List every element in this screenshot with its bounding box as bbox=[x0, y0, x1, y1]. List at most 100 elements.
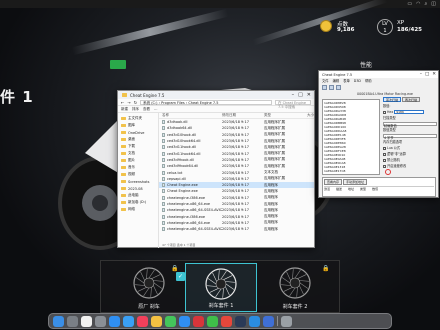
cheat-table-column[interactable]: 描述 bbox=[336, 187, 342, 191]
steam-icon[interactable] bbox=[235, 315, 246, 327]
column-header[interactable]: 大小 bbox=[294, 113, 314, 118]
cheat-table-column[interactable]: 类型 bbox=[360, 187, 366, 191]
address-bar[interactable]: 系统 (C:) › Program Files › Cheat Engine 7… bbox=[140, 99, 272, 105]
folder-icon bbox=[121, 165, 126, 170]
nav-item[interactable]: 文档 bbox=[118, 150, 158, 157]
nav-item[interactable]: 图片 bbox=[118, 157, 158, 164]
file-icon bbox=[162, 170, 165, 175]
save-icon[interactable] bbox=[336, 84, 341, 90]
back-arrow-icon[interactable]: ← bbox=[121, 100, 124, 105]
mail-icon[interactable] bbox=[123, 315, 134, 327]
file-row[interactable]: cheatengine-x86_64-SSE4-AVX2.exe2023/6/1… bbox=[159, 226, 314, 232]
scan-option[interactable]: Lua 公式 bbox=[383, 146, 437, 150]
address-results-list[interactable]: 1AE6A9D8E28 1AE6A9D9508 1AE6A9DA338 1AE6A9D… bbox=[322, 99, 380, 175]
value-type-select[interactable]: 4 字节 bbox=[383, 133, 437, 140]
search-icon[interactable]: ⌕ bbox=[424, 0, 427, 8]
open-process-icon[interactable] bbox=[322, 84, 327, 90]
finder-icon[interactable] bbox=[53, 315, 64, 327]
maximize-button[interactable]: □ bbox=[425, 72, 429, 77]
file-type: 应用程序 bbox=[264, 226, 278, 231]
toolbar-item[interactable]: 查看 bbox=[143, 107, 150, 112]
open-file-icon[interactable] bbox=[329, 84, 334, 90]
scan-option[interactable]: 逻辑"非"运算 bbox=[383, 152, 437, 156]
option-checkbox[interactable] bbox=[383, 164, 386, 168]
minimize-button[interactable]: – bbox=[420, 72, 422, 77]
memory-view-button[interactable]: 查看内存 bbox=[324, 179, 343, 185]
nav-item[interactable]: 音乐 bbox=[118, 164, 158, 171]
upgrade-card[interactable]: 刹车套件 1 ✓ bbox=[176, 263, 257, 312]
nav-item[interactable]: 桌面 bbox=[118, 136, 158, 143]
trash-icon[interactable] bbox=[281, 315, 292, 327]
nav-item[interactable]: 2023-08 bbox=[118, 185, 158, 192]
browser-icon[interactable] bbox=[263, 315, 274, 327]
nav-item[interactable]: 视频 bbox=[118, 171, 158, 178]
nav-item[interactable]: 此电脑 bbox=[118, 192, 158, 199]
nav-item[interactable]: 新加卷 (D:) bbox=[118, 199, 158, 206]
cheat-table-column[interactable]: 地址 bbox=[348, 187, 354, 191]
ce-menu-item[interactable]: D3D bbox=[354, 79, 361, 83]
calendar-icon[interactable] bbox=[81, 315, 92, 327]
nav-item[interactable]: 图库 bbox=[118, 122, 158, 129]
system-settings-icon[interactable] bbox=[95, 315, 106, 327]
column-header[interactable]: 修改日期 bbox=[222, 113, 264, 118]
option-checkbox[interactable] bbox=[383, 152, 386, 156]
control-center-icon[interactable]: ◫ bbox=[431, 0, 436, 8]
option-checkbox[interactable] bbox=[383, 146, 386, 150]
column-header[interactable]: 名称 bbox=[162, 113, 222, 118]
performance-tab[interactable]: 性能 bbox=[360, 60, 372, 69]
close-button[interactable]: ✕ bbox=[307, 92, 311, 98]
scan-type-select[interactable]: 精确数值 bbox=[383, 121, 437, 128]
ce-menu-item[interactable]: 帮助 bbox=[365, 78, 372, 83]
nav-item[interactable]: Screenshots bbox=[118, 178, 158, 185]
minimize-button[interactable]: – bbox=[292, 92, 295, 98]
nav-item[interactable]: 下载 bbox=[118, 143, 158, 150]
launchpad-icon[interactable] bbox=[67, 315, 78, 327]
messages-icon[interactable] bbox=[165, 315, 176, 327]
toolbar-item[interactable]: … bbox=[154, 107, 158, 111]
close-button[interactable]: ✕ bbox=[432, 72, 436, 77]
wifi-icon[interactable]: ◠ bbox=[416, 0, 420, 8]
first-scan-button[interactable]: 首次扫描 bbox=[383, 97, 402, 102]
upgrade-card[interactable]: 刹车套件 2 🔒 bbox=[259, 263, 331, 312]
qq-icon[interactable] bbox=[249, 315, 260, 327]
ce-menu-item[interactable]: 文件 bbox=[322, 78, 329, 83]
lock-icon: 🔒 bbox=[322, 265, 330, 272]
music-icon[interactable] bbox=[137, 315, 148, 327]
ce-titlebar[interactable]: Cheat Engine 7.5 – □ ✕ bbox=[319, 71, 438, 78]
netease-icon[interactable] bbox=[193, 315, 204, 327]
nav-item[interactable]: 网络 bbox=[118, 206, 158, 213]
hex-checkbox[interactable] bbox=[383, 110, 386, 114]
safari-icon[interactable] bbox=[179, 315, 190, 327]
scan-option[interactable]: 开启速度修改 bbox=[383, 164, 437, 168]
photos-icon[interactable] bbox=[151, 315, 162, 327]
nav-item[interactable]: 主文件夹 bbox=[118, 115, 158, 122]
maximize-button[interactable]: □ bbox=[298, 92, 303, 98]
column-header[interactable]: 类型 bbox=[264, 113, 294, 118]
nav-item[interactable]: OneDrive bbox=[118, 129, 158, 136]
toolbar-item[interactable]: 新建 bbox=[121, 107, 128, 112]
wechat-icon[interactable] bbox=[207, 315, 218, 327]
chrome-icon[interactable] bbox=[221, 315, 232, 327]
explorer-titlebar[interactable]: Cheat Engine 7.5 – □ ✕ bbox=[118, 91, 314, 99]
stop-icon[interactable] bbox=[385, 169, 391, 175]
nav-item-label: 网络 bbox=[128, 207, 135, 211]
value-input[interactable]: 9186 bbox=[394, 110, 425, 114]
add-address-button[interactable]: 手动添加地址 bbox=[342, 179, 367, 185]
file-name: cheatengine-x86_64.exe bbox=[167, 220, 211, 225]
ce-menu-item[interactable]: 表单 bbox=[343, 78, 350, 83]
refresh-icon[interactable]: ↻ bbox=[134, 100, 137, 105]
file-date: 2023/6/18 9:17 bbox=[222, 183, 249, 188]
ce-menu-item[interactable]: 编辑 bbox=[333, 78, 340, 83]
cheat-table-column[interactable]: 数值 bbox=[372, 187, 378, 191]
appstore-icon[interactable] bbox=[109, 315, 120, 327]
search-input[interactable]: 在 Cheat Engine 7.5 中搜索 bbox=[275, 99, 311, 109]
address-row[interactable]: 1AE6A9E17C8 bbox=[324, 169, 378, 173]
next-scan-button[interactable]: 再次扫描 bbox=[402, 97, 421, 102]
nav-item-label: Screenshots bbox=[128, 179, 150, 184]
scan-option[interactable]: 禁止随机 bbox=[383, 158, 437, 162]
battery-icon[interactable]: ▭ bbox=[407, 0, 412, 8]
toolbar-item[interactable]: 排序 bbox=[132, 107, 139, 112]
cheat-table-column[interactable]: 激活 bbox=[324, 187, 330, 191]
option-checkbox[interactable] bbox=[383, 158, 386, 162]
forward-arrow-icon[interactable]: → bbox=[127, 100, 130, 105]
